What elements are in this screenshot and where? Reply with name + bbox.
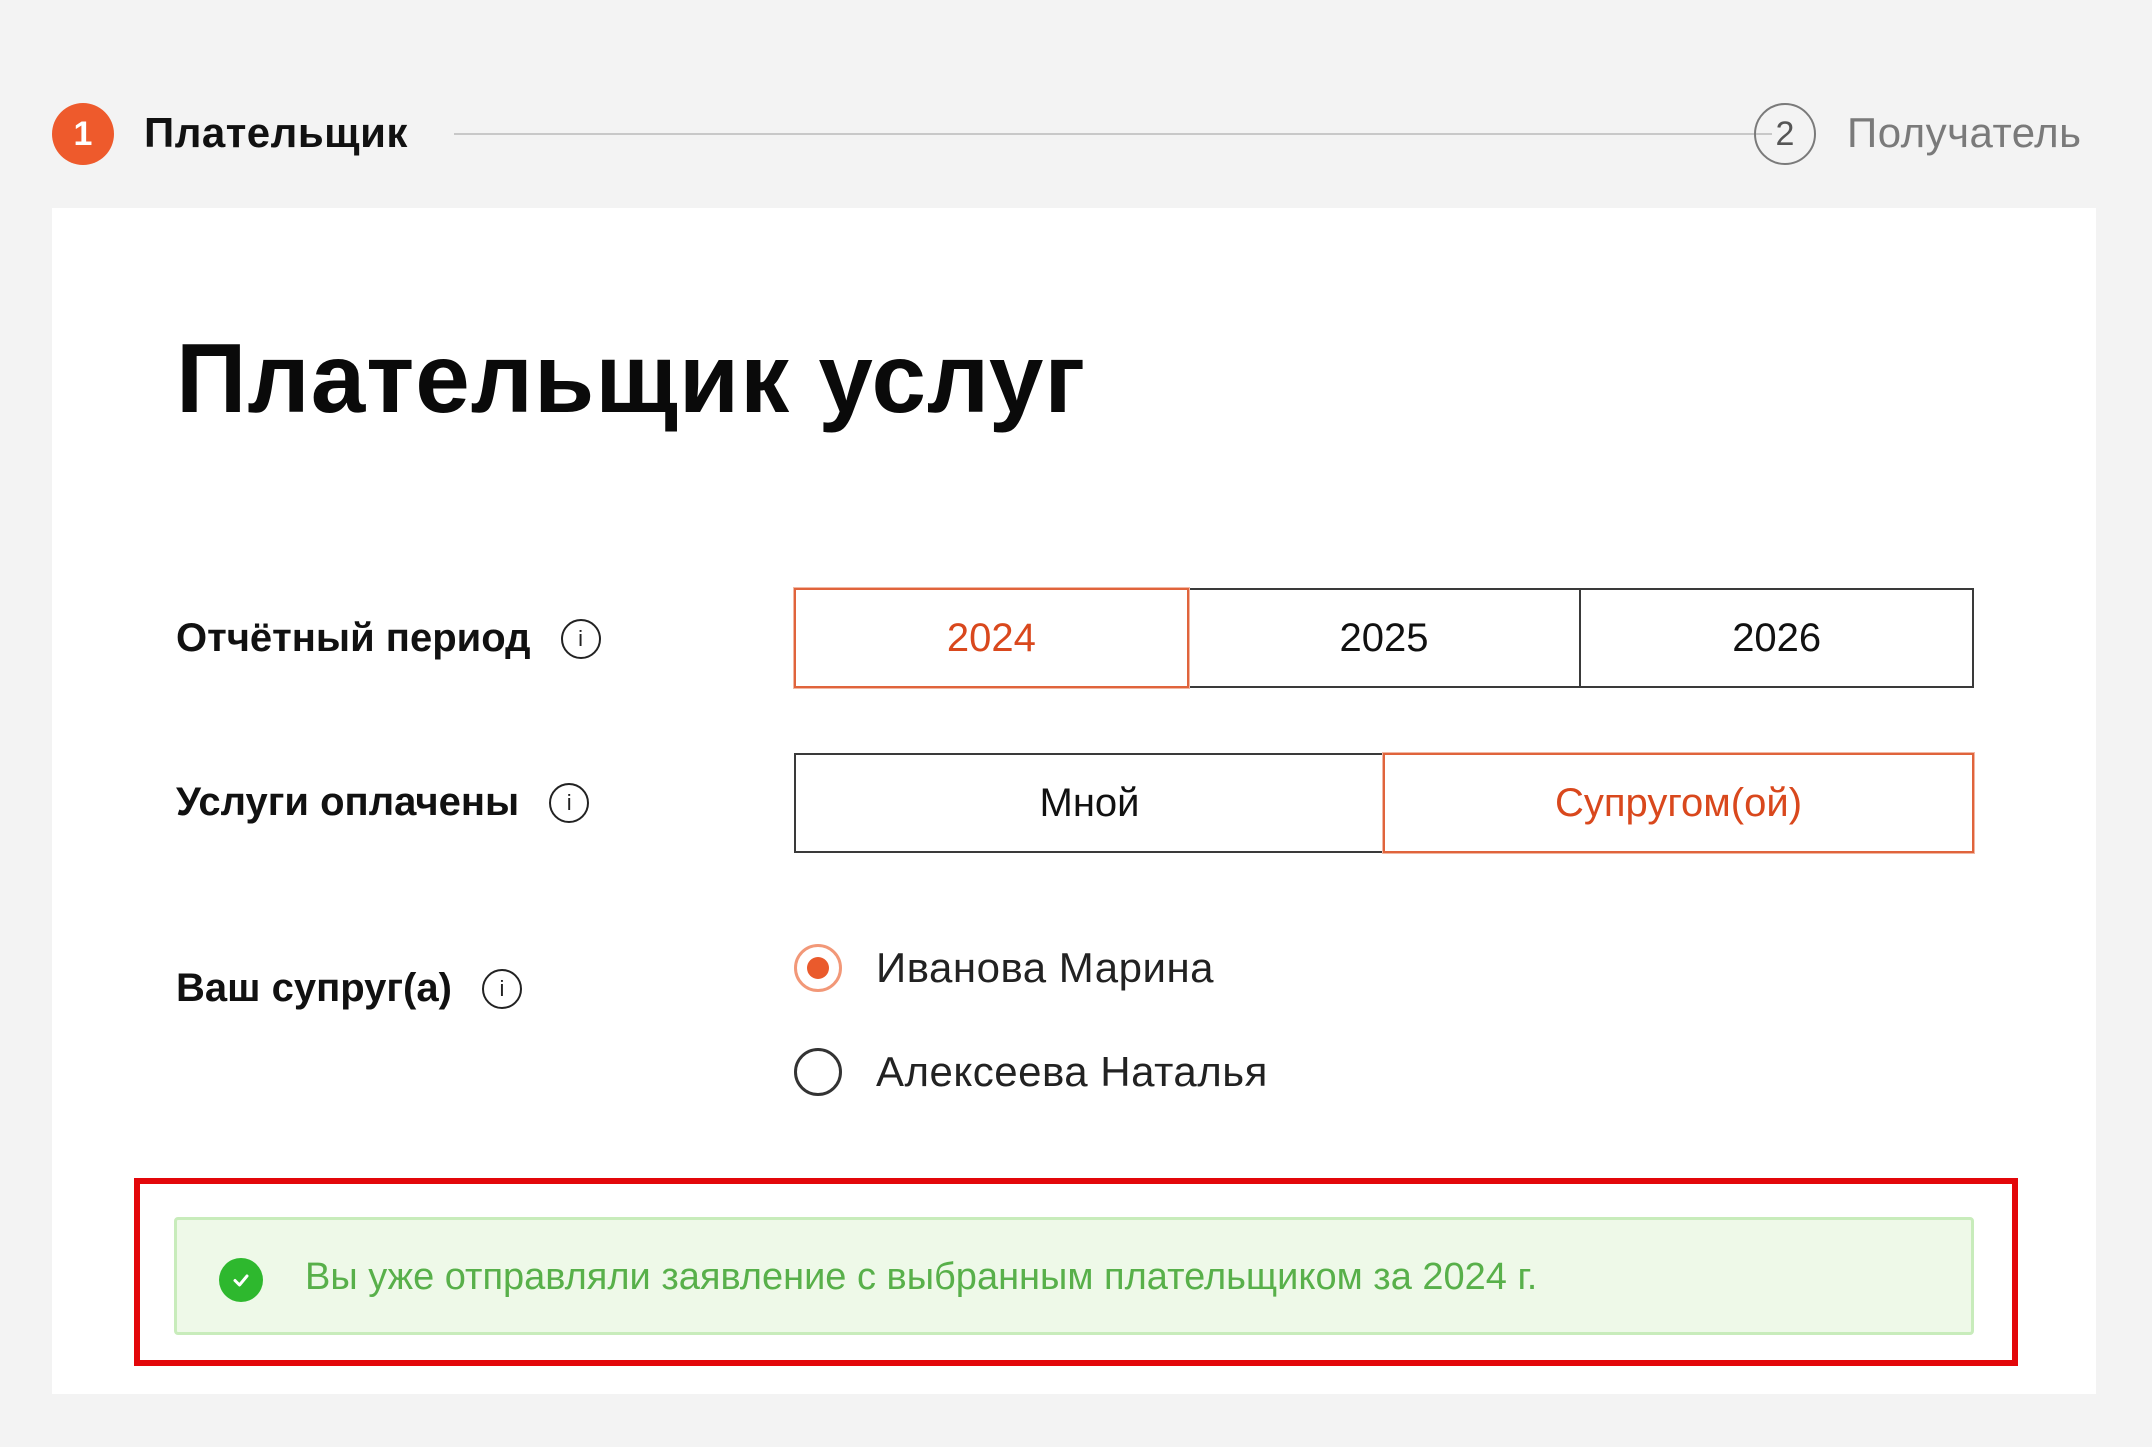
step-2-number[interactable]: 2 [1754, 103, 1816, 165]
page-title: Плательщик услуг [176, 323, 1087, 433]
paid-by-label: Услуги оплачены [176, 780, 520, 824]
paid-by-option-me[interactable]: Мной [794, 753, 1385, 853]
success-notice: Вы уже отправляли заявление с выбранным … [174, 1217, 1974, 1335]
spouse-option-label[interactable]: Иванова Марина [876, 944, 1214, 992]
stepper-connector [454, 133, 1772, 135]
period-selector: 2024 2025 2026 [794, 588, 1975, 688]
paid-by-field-label: Услуги оплачены i [176, 780, 590, 825]
info-icon[interactable]: i [560, 618, 601, 659]
period-label: Отчётный период [176, 616, 531, 660]
period-field-label: Отчётный период i [176, 616, 601, 661]
paid-by-option-spouse[interactable]: Супругом(ой) [1383, 753, 1974, 853]
radio-checked-icon[interactable] [794, 944, 842, 992]
spouse-label: Ваш супруг(а) [176, 966, 452, 1010]
stepper: 1 Плательщик 2 Получатель [52, 103, 2100, 165]
spouse-option-1[interactable]: Иванова Марина [794, 944, 1214, 992]
paid-by-selector: Мной Супругом(ой) [794, 753, 1974, 853]
info-icon[interactable]: i [549, 782, 590, 823]
check-circle-icon [219, 1258, 263, 1302]
step-2-label[interactable]: Получатель [1847, 109, 2082, 157]
period-option-2026[interactable]: 2026 [1579, 588, 1975, 688]
info-icon[interactable]: i [481, 968, 522, 1009]
radio-unchecked-icon[interactable] [794, 1048, 842, 1096]
spouse-option-2[interactable]: Алексеева Наталья [794, 1048, 1268, 1096]
step-1-number: 1 [52, 103, 114, 165]
step-1-label: Плательщик [144, 109, 408, 156]
period-option-2025[interactable]: 2025 [1186, 588, 1582, 688]
notice-text: Вы уже отправляли заявление с выбранным … [305, 1256, 1538, 1298]
period-option-2024[interactable]: 2024 [794, 588, 1189, 688]
spouse-option-label[interactable]: Алексеева Наталья [876, 1048, 1268, 1096]
spouse-field-label: Ваш супруг(а) i [176, 966, 522, 1011]
